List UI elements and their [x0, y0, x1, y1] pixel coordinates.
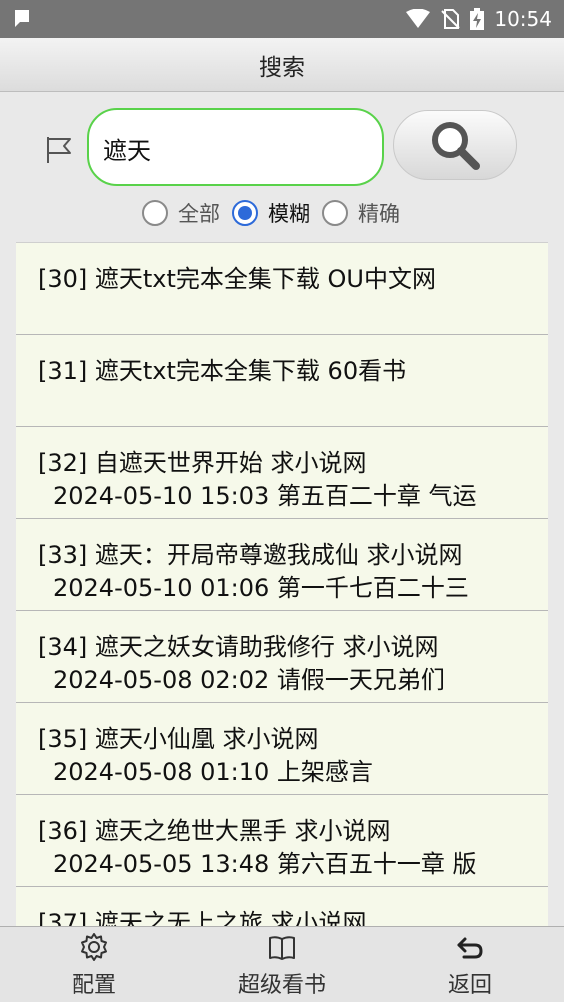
result-update: 2024-05-05 13:48 第六百五十一章 版 [53, 850, 477, 878]
back-button[interactable]: 返回 [434, 931, 506, 1001]
result-title: [31] 遮天txt完本全集下载 60看书 [38, 357, 407, 385]
status-time: 10:54 [494, 7, 552, 31]
radio-exact-dot[interactable] [322, 200, 348, 226]
no-sim-icon [441, 9, 461, 29]
super-reader-label: 超级看书 [237, 973, 326, 998]
list-item[interactable]: [32] 自遮天世界开始 求小说网 2024-05-10 15:03 第五百二十… [16, 426, 548, 518]
config-label: 配置 [71, 973, 116, 998]
result-title: [37] 遮天之无上之旅 求小说网 [38, 909, 367, 926]
super-reader-button[interactable]: 超级看书 [228, 931, 336, 1001]
wifi-icon [406, 9, 431, 28]
list-item[interactable]: [33] 遮天：开局帝尊邀我成仙 求小说网 2024-05-10 01:06 第… [16, 518, 548, 610]
title-bar: 搜索 [0, 38, 564, 92]
flag-icon[interactable] [44, 135, 74, 165]
gear-icon [81, 933, 107, 961]
back-arrow-icon [457, 937, 483, 959]
notification-icon [15, 10, 29, 27]
radio-fuzzy-dot[interactable] [232, 200, 258, 226]
radio-all-label: 全部 [178, 202, 220, 226]
radio-fuzzy-label: 模糊 [268, 202, 310, 226]
battery-charging-icon [470, 8, 485, 30]
page-title: 搜索 [259, 54, 305, 81]
bottom-nav: 配置 超级看书 返回 [0, 926, 564, 1002]
result-list[interactable]: [30] 遮天txt完本全集下载 OU中文网 [31] 遮天txt完本全集下载 … [16, 242, 548, 926]
search-area: 全部 模糊 精确 [0, 92, 564, 242]
result-update: 2024-05-10 01:06 第一千七百二十三 [53, 574, 469, 602]
result-update: 2024-05-08 01:10 上架感言 [53, 758, 373, 786]
result-update: 2024-05-10 15:03 第五百二十章 气运 [53, 482, 477, 510]
search-icon [432, 122, 480, 170]
radio-exact[interactable]: 精确 [322, 198, 400, 228]
search-field[interactable] [87, 108, 384, 186]
result-title: [35] 遮天小仙凰 求小说网 [38, 725, 319, 753]
radio-all-dot[interactable] [142, 200, 168, 226]
result-title: [33] 遮天：开局帝尊邀我成仙 求小说网 [38, 541, 463, 569]
result-update: 2024-05-08 02:02 请假一天兄弟们 [53, 666, 445, 694]
result-title: [36] 遮天之绝世大黑手 求小说网 [38, 817, 391, 845]
back-label: 返回 [447, 973, 492, 998]
result-title: [34] 遮天之妖女请助我修行 求小说网 [38, 633, 439, 661]
radio-all[interactable]: 全部 [142, 198, 220, 228]
list-item[interactable]: [37] 遮天之无上之旅 求小说网 [16, 886, 548, 926]
radio-exact-label: 精确 [358, 202, 400, 226]
list-item[interactable]: [30] 遮天txt完本全集下载 OU中文网 [16, 242, 548, 334]
list-item[interactable]: [31] 遮天txt完本全集下载 60看书 [16, 334, 548, 426]
list-item[interactable]: [35] 遮天小仙凰 求小说网 2024-05-08 01:10 上架感言 [16, 702, 548, 794]
radio-fuzzy[interactable]: 模糊 [232, 198, 310, 228]
book-icon [269, 936, 295, 960]
result-title: [32] 自遮天世界开始 求小说网 [38, 449, 367, 477]
list-item[interactable]: [36] 遮天之绝世大黑手 求小说网 2024-05-05 13:48 第六百五… [16, 794, 548, 886]
search-button[interactable] [393, 110, 517, 180]
list-item[interactable]: [34] 遮天之妖女请助我修行 求小说网 2024-05-08 02:02 请假… [16, 610, 548, 702]
result-title: [30] 遮天txt完本全集下载 OU中文网 [38, 265, 437, 293]
config-button[interactable]: 配置 [58, 931, 130, 1001]
status-bar: 10:54 [0, 0, 564, 38]
search-input[interactable] [103, 132, 373, 164]
match-mode-group: 全部 模糊 精确 [142, 196, 412, 230]
